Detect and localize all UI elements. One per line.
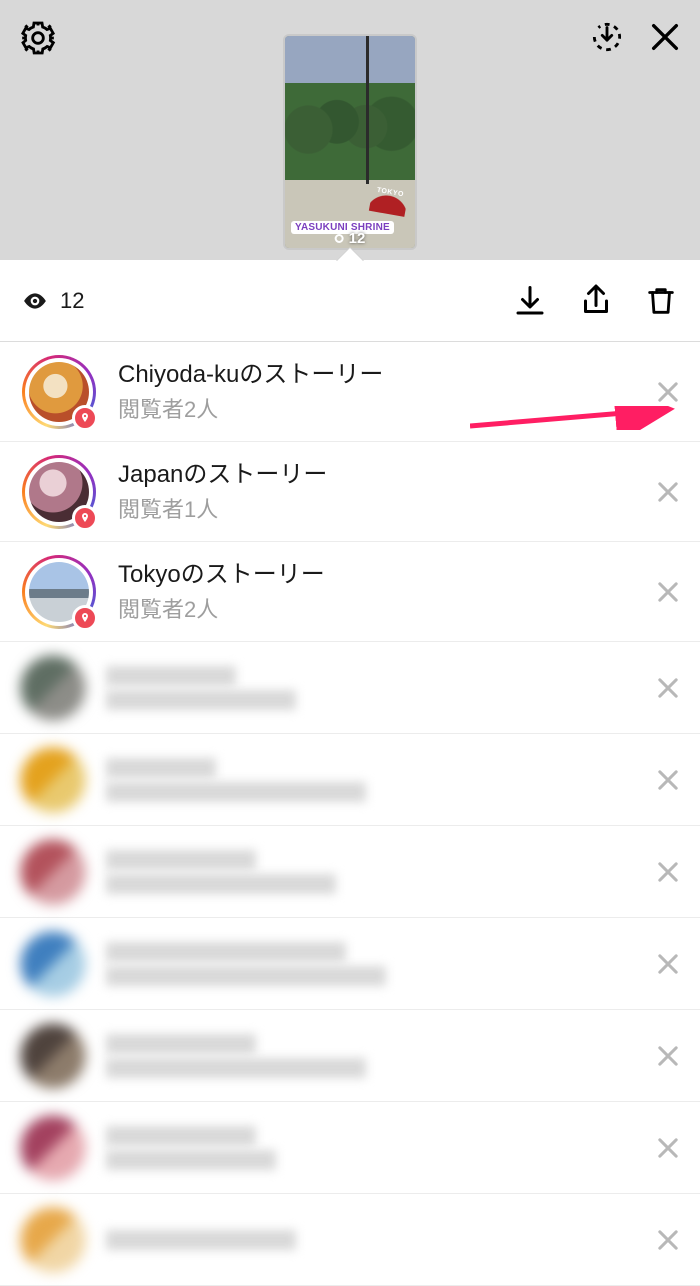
eye-icon: [22, 288, 48, 314]
delete-icon[interactable]: [644, 284, 678, 318]
viewer-avatar[interactable]: [22, 749, 84, 811]
viewer-avatar[interactable]: [22, 1209, 84, 1271]
location-story-row[interactable]: Japanのストーリー 閲覧者1人: [0, 442, 700, 542]
remove-icon[interactable]: [654, 1042, 682, 1070]
settings-icon[interactable]: [18, 18, 58, 58]
remove-icon[interactable]: [654, 766, 682, 794]
viewer-avatar[interactable]: [22, 1025, 84, 1087]
viewer-avatar[interactable]: [22, 841, 84, 903]
view-count-value: 12: [60, 288, 84, 314]
share-icon[interactable]: [578, 283, 614, 319]
story-avatar[interactable]: [22, 555, 96, 629]
remove-icon[interactable]: [654, 578, 682, 606]
story-row-subtitle: 閲覧者1人: [118, 492, 654, 524]
story-action-bar: 12: [0, 260, 700, 342]
remove-icon[interactable]: [654, 1134, 682, 1162]
remove-icon[interactable]: [654, 478, 682, 506]
viewers-list: Chiyoda-kuのストーリー 閲覧者2人 Japanのストーリー 閲覧者1人…: [0, 342, 700, 1286]
viewer-row[interactable]: [0, 1194, 700, 1286]
story-row-title: Tokyoのストーリー: [118, 560, 654, 590]
story-row-title: Chiyoda-kuのストーリー: [118, 360, 654, 390]
location-story-row[interactable]: Tokyoのストーリー 閲覧者2人: [0, 542, 700, 642]
viewer-row[interactable]: [0, 918, 700, 1010]
story-avatar[interactable]: [22, 355, 96, 429]
story-row-title: Japanのストーリー: [118, 460, 654, 490]
viewer-row[interactable]: [0, 1102, 700, 1194]
viewer-row[interactable]: [0, 734, 700, 826]
view-count: 12: [22, 288, 84, 314]
story-preview-header: YASUKUNI SHRINE 12: [0, 0, 700, 260]
location-pin-icon: [72, 605, 98, 631]
viewer-avatar[interactable]: [22, 657, 84, 719]
remove-icon[interactable]: [654, 378, 682, 406]
remove-icon[interactable]: [654, 674, 682, 702]
story-row-subtitle: 閲覧者2人: [118, 592, 654, 624]
download-icon[interactable]: [512, 283, 548, 319]
viewer-row[interactable]: [0, 1010, 700, 1102]
story-fan-sticker: [369, 183, 409, 217]
close-icon[interactable]: [648, 20, 682, 54]
viewer-avatar[interactable]: [22, 933, 84, 995]
location-pin-icon: [72, 405, 98, 431]
remove-icon[interactable]: [654, 1226, 682, 1254]
story-avatar[interactable]: [22, 455, 96, 529]
story-save-icon[interactable]: [588, 18, 626, 56]
story-thumbnail[interactable]: YASUKUNI SHRINE 12: [285, 36, 415, 248]
thumbnail-view-count: 12: [335, 230, 366, 247]
remove-icon[interactable]: [654, 950, 682, 978]
viewer-row[interactable]: [0, 642, 700, 734]
remove-icon[interactable]: [654, 858, 682, 886]
location-pin-icon: [72, 505, 98, 531]
viewer-row[interactable]: [0, 826, 700, 918]
viewer-avatar[interactable]: [22, 1117, 84, 1179]
story-row-subtitle: 閲覧者2人: [118, 392, 654, 424]
location-story-row[interactable]: Chiyoda-kuのストーリー 閲覧者2人: [0, 342, 700, 442]
